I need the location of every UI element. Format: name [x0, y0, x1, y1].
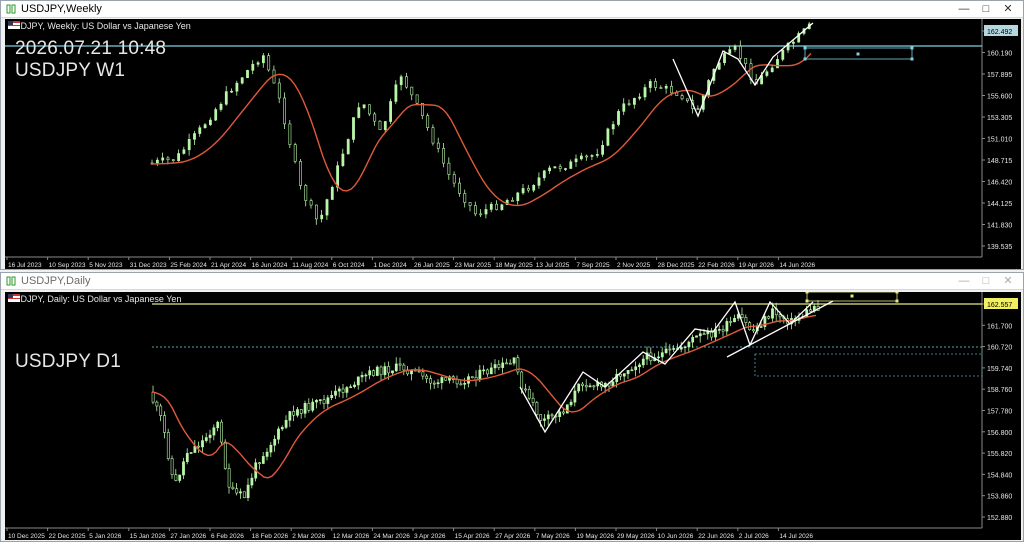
- price-axis-label: 161.700: [987, 323, 1012, 330]
- time-axis-label: 2 Nov 2025: [617, 262, 651, 269]
- time-axis-label: 18 Feb 2026: [252, 533, 289, 540]
- datetime-overlay: 2026.07.21 10:48: [15, 38, 167, 59]
- time-axis-label: 10 Sep 2023: [49, 262, 86, 269]
- restore-button[interactable]: □: [975, 273, 997, 290]
- time-axis-label: 16 Jun 2024: [252, 262, 288, 269]
- time-axis-label: 15 Jan 2026: [130, 533, 166, 540]
- time-axis-label: 21 Apr 2024: [211, 262, 246, 269]
- time-axis-label: 28 Dec 2025: [658, 262, 695, 269]
- time-axis-label: 31 Dec 2023: [130, 262, 167, 269]
- price-axis-label: 156.800: [987, 430, 1012, 437]
- price-axis-label: 141.830: [987, 223, 1012, 230]
- minimize-button[interactable]: —: [953, 273, 975, 290]
- time-axis-label: 19 May 2026: [576, 533, 614, 540]
- price-axis-label: 160.190: [987, 51, 1012, 58]
- weekly-price-chart[interactable]: 162.492 160.190 157.895 155.600 153.305 151.0…: [5, 19, 1021, 269]
- time-axis-label: 26 Jan 2025: [414, 262, 450, 269]
- time-axis-label: 13 Jul 2025: [536, 262, 570, 269]
- time-axis-label: 5 Nov 2023: [89, 262, 123, 269]
- time-axis-label: 12 Mar 2026: [333, 533, 370, 540]
- price-axis-label: 148.715: [987, 158, 1012, 165]
- time-axis-label: 2 Jul 2026: [739, 533, 769, 540]
- price-axis-label: 146.420: [987, 180, 1012, 187]
- time-axis-label: 10 Dec 2025: [8, 533, 45, 540]
- weekly-symbol-overlay: USDJPY W1: [15, 60, 126, 81]
- candlesticks: [151, 299, 820, 502]
- price-axis-label: 155.820: [987, 451, 1012, 458]
- price-axis-label: 160.720: [987, 345, 1012, 352]
- weekly-symbol-header: USDJPY, Weekly: US Dollar vs Japanese Ye…: [8, 21, 191, 31]
- daily-plot-svg: 162.557 161.700 160.720 159.740 158.760 157.7…: [5, 292, 1018, 540]
- time-axis-label: 6 Feb 2026: [211, 533, 244, 540]
- time-axis-label: 7 Sep 2025: [576, 262, 610, 269]
- time-axis-label: 7 May 2026: [536, 533, 570, 540]
- time-axis-label: 19 Apr 2026: [739, 262, 774, 269]
- daily-symbol-overlay: USDJPY D1: [15, 351, 121, 372]
- time-axis-label: 15 Apr 2026: [455, 533, 490, 540]
- price-axis-label: 162.492: [987, 29, 1012, 36]
- time-axis-label: 18 May 2025: [495, 262, 533, 269]
- price-axis-label: 152.880: [987, 515, 1012, 522]
- time-axis-label: 29 May 2026: [617, 533, 655, 540]
- time-axis-label: 27 Apr 2026: [495, 533, 530, 540]
- time-axis-label: 2 Mar 2026: [292, 533, 325, 540]
- time-axis-label: 5 Jan 2026: [89, 533, 122, 540]
- close-button[interactable]: ✕: [997, 273, 1019, 290]
- daily-titlebar[interactable]: USDJPY,Daily — □ ✕: [1, 273, 1023, 290]
- price-axis-label: 153.305: [987, 115, 1012, 122]
- us-jp-flag-icon: [8, 21, 20, 29]
- daily-window-title: USDJPY,Daily: [21, 275, 91, 287]
- price-axis-label: 157.780: [987, 409, 1012, 416]
- time-axis-label: 25 Feb 2024: [170, 262, 207, 269]
- candlesticks: [150, 21, 811, 225]
- chart-window-icon: [6, 276, 16, 286]
- price-axis-label: 144.125: [987, 201, 1012, 208]
- minimize-button[interactable]: —: [953, 1, 975, 18]
- time-axis-label: 22 Dec 2025: [49, 533, 86, 540]
- price-axis-label: 151.010: [987, 137, 1012, 144]
- weekly-titlebar[interactable]: USDJPY,Weekly — □ ✕: [1, 1, 1023, 18]
- daily-price-chart[interactable]: 162.557 161.700 160.720 159.740 158.760 157.7…: [5, 292, 1021, 540]
- time-axis-label: 3 Apr 2026: [414, 533, 446, 540]
- time-axis-label: 23 Mar 2025: [455, 262, 492, 269]
- moving-average-line: [150, 52, 812, 207]
- time-axis-label: 27 Jan 2026: [170, 533, 206, 540]
- range-box-drawing[interactable]: [754, 353, 983, 377]
- daily-chart-window[interactable]: USDJPY,Daily — □ ✕ 162.557 161.700 160.720…: [0, 272, 1024, 542]
- time-axis-label: 14 Jun 2026: [779, 262, 815, 269]
- close-button[interactable]: ✕: [997, 1, 1019, 18]
- restore-button[interactable]: □: [975, 1, 997, 18]
- price-axis-label: 162.557: [987, 302, 1012, 309]
- price-axis-label: 139.535: [987, 244, 1012, 251]
- time-axis-label: 22 Feb 2026: [698, 262, 735, 269]
- time-axis-label: 10 Jun 2026: [658, 533, 694, 540]
- price-axis-label: 154.840: [987, 472, 1012, 479]
- time-axis-label: 11 Aug 2024: [292, 262, 328, 269]
- price-axis-label: 159.740: [987, 366, 1012, 373]
- time-axis-label: 1 Dec 2024: [373, 262, 407, 269]
- weekly-window-title: USDJPY,Weekly: [21, 3, 102, 15]
- price-axis-label: 155.600: [987, 94, 1012, 101]
- weekly-chart-window[interactable]: USDJPY,Weekly — □ ✕ 162.492 160.190 157.89…: [0, 0, 1024, 270]
- time-axis-label: 6 Oct 2024: [333, 262, 365, 269]
- daily-symbol-header: USDJPY, Daily: US Dollar vs Japanese Yen: [8, 294, 182, 304]
- time-axis-label: 16 Jul 2023: [8, 262, 42, 269]
- time-axis-label: 14 Jul 2026: [779, 533, 813, 540]
- chart-window-icon: [6, 4, 16, 14]
- price-axis-label: 153.860: [987, 494, 1012, 501]
- us-jp-flag-icon: [8, 294, 20, 302]
- time-axis-label: 24 Mar 2026: [373, 533, 410, 540]
- price-axis-label: 158.760: [987, 387, 1012, 394]
- moving-average-line: [151, 314, 817, 479]
- time-axis-label: 22 Jun 2026: [698, 533, 734, 540]
- price-axis-label: 157.895: [987, 72, 1012, 79]
